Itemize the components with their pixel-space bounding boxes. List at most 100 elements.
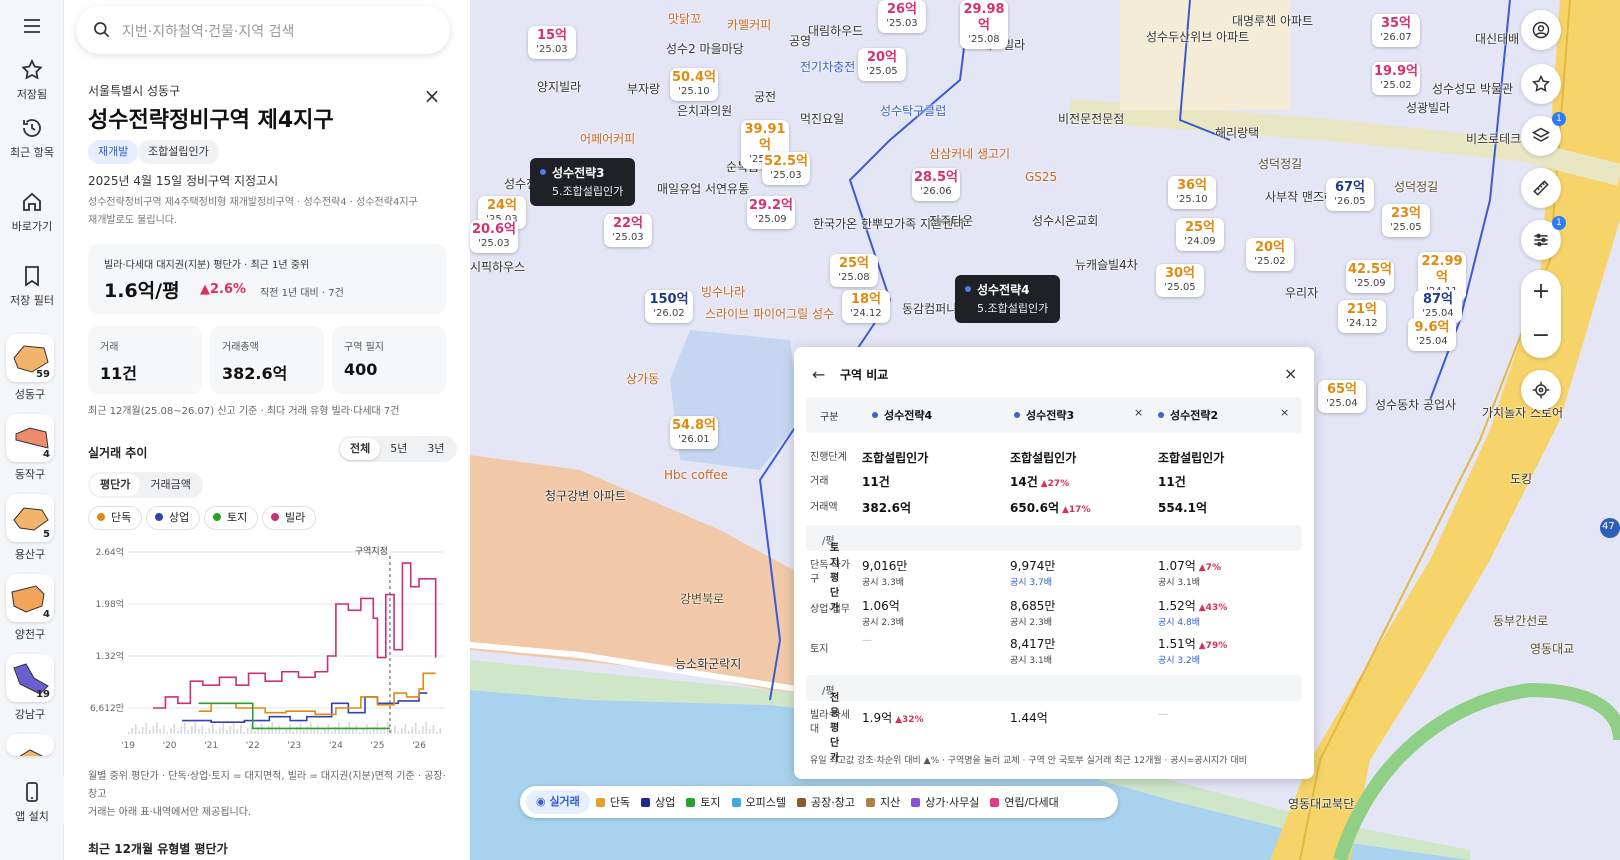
zone-tooltip-4[interactable]: 성수전략4 5.조합설립인가 bbox=[955, 275, 1061, 323]
legend-item[interactable]: 공장·창고 bbox=[797, 794, 855, 810]
zone-column-3[interactable]: 성수전략2 bbox=[1158, 407, 1218, 423]
map-place-label[interactable]: 성수시온교회 bbox=[1032, 212, 1098, 229]
map-place-label[interactable]: 양지빌라 bbox=[537, 78, 581, 95]
favorite-button[interactable] bbox=[1521, 64, 1561, 104]
remove-zone-2-button[interactable]: × bbox=[1134, 406, 1143, 419]
map-place-label[interactable]: 성덕정길 bbox=[1394, 178, 1438, 195]
zoom-out-button[interactable]: − bbox=[1521, 314, 1561, 358]
price-pin[interactable]: 52.5억 '25.03 bbox=[762, 152, 810, 185]
map-place-label[interactable]: 동부간선로 bbox=[1493, 612, 1548, 629]
price-pin[interactable]: 29.2억 '25.09 bbox=[747, 196, 795, 229]
price-pin[interactable]: 25억 '24.09 bbox=[1176, 218, 1224, 251]
price-pin[interactable]: 30억 '25.05 bbox=[1156, 264, 1204, 297]
price-pin[interactable]: 18억 '24.12 bbox=[842, 290, 890, 323]
map-place-label[interactable]: 전기차충전 bbox=[800, 58, 855, 75]
price-pin[interactable]: 54.8억 '26.01 bbox=[670, 416, 718, 449]
price-pin[interactable]: 26억 '25.03 bbox=[878, 0, 926, 33]
close-button[interactable]: × bbox=[422, 86, 442, 106]
map-place-label[interactable]: 영동대교 bbox=[1530, 640, 1574, 657]
map-place-label[interactable]: 성수두산위브 아파트 bbox=[1146, 28, 1249, 45]
price-pin[interactable]: 15억 '25.03 bbox=[528, 26, 576, 59]
legend-item[interactable]: 상업 bbox=[641, 794, 675, 810]
map-place-label[interactable]: 해리랑택 bbox=[1215, 124, 1259, 141]
price-pin[interactable]: 42.5억 '25.09 bbox=[1346, 260, 1394, 293]
tab-deal-amount[interactable]: 거래금액 bbox=[140, 474, 200, 496]
rail-item-saved[interactable]: 저장됨 bbox=[0, 58, 64, 102]
price-pin[interactable]: 150억 '26.02 bbox=[645, 290, 693, 323]
tab-3y[interactable]: 3년 bbox=[417, 438, 454, 460]
rail-item-shortcut[interactable]: 바로가기 bbox=[0, 190, 64, 234]
map-place-label[interactable]: 어페어커피 bbox=[580, 130, 635, 147]
price-pin[interactable]: 25억 '25.08 bbox=[830, 254, 878, 287]
legend-chip-detached[interactable]: 단독 bbox=[88, 506, 143, 530]
search-box[interactable]: 지번·지하철역·건물·지역 검색 bbox=[76, 6, 450, 54]
price-pin[interactable]: 22억 '25.03 bbox=[604, 214, 652, 247]
map-place-label[interactable]: 비츠로테크 bbox=[1466, 130, 1521, 147]
price-pin[interactable]: 20억 '25.02 bbox=[1246, 238, 1294, 271]
map-place-label[interactable]: GS25 bbox=[1025, 170, 1057, 184]
map-place-label[interactable]: 궁전 bbox=[754, 88, 776, 105]
map-place-label[interactable]: 동감컴퍼니 bbox=[902, 300, 957, 317]
tab-unit-price[interactable]: 평단가 bbox=[90, 474, 141, 496]
map-place-label[interactable]: 성수탁구클럽 bbox=[880, 102, 946, 119]
price-pin[interactable]: 65억 '25.04 bbox=[1318, 380, 1366, 413]
legend-item[interactable]: 토지 bbox=[686, 794, 721, 810]
map-place-label[interactable]: 은치과의원 bbox=[677, 102, 732, 119]
map-place-label[interactable]: 부자랑 bbox=[627, 80, 660, 97]
map-place-label[interactable]: Hbc coffee bbox=[664, 468, 728, 482]
map-place-label[interactable]: 도킹 bbox=[1510, 470, 1532, 487]
remove-zone-3-button[interactable]: × bbox=[1280, 406, 1289, 419]
map-place-label[interactable]: 대명루첸 아파트 bbox=[1232, 12, 1313, 29]
legend-chip-commercial[interactable]: 상업 bbox=[146, 506, 201, 530]
price-pin[interactable]: 23억 '25.05 bbox=[1382, 204, 1430, 237]
live-deals-toggle[interactable]: ◉ 실거래 bbox=[526, 790, 590, 814]
map-place-label[interactable]: 상가동 bbox=[626, 370, 659, 387]
map-place-label[interactable]: 먹진요일 bbox=[800, 110, 844, 127]
price-pin[interactable]: 28.5억 '26.06 bbox=[912, 168, 960, 201]
map-place-label[interactable]: 능소화군락지 bbox=[675, 655, 741, 672]
map-place-label[interactable]: 카멜커피 bbox=[727, 16, 771, 33]
map-place-label[interactable]: 삼삼커네 생고기 bbox=[929, 145, 1010, 162]
menu-button[interactable] bbox=[0, 14, 64, 42]
legend-item[interactable]: 연립/다세대 bbox=[990, 794, 1059, 810]
zone-tooltip-3[interactable]: 성수전략3 5.조합설립인가 bbox=[530, 158, 636, 206]
price-pin[interactable]: 21억 '24.12 bbox=[1338, 300, 1386, 333]
tab-all[interactable]: 전체 bbox=[340, 438, 381, 460]
map-place-label[interactable]: 매일유업 서연유통 bbox=[657, 180, 749, 197]
map-place-label[interactable]: 시픽하우스 bbox=[470, 258, 525, 275]
map-place-label[interactable]: 비전문전문점 bbox=[1058, 110, 1124, 127]
map-place-label[interactable]: 빙수나라 bbox=[701, 283, 745, 300]
legend-item[interactable]: 오피스텔 bbox=[731, 794, 786, 810]
map-place-label[interactable]: 성수동차 공업사 bbox=[1375, 396, 1456, 413]
legend-chip-villa[interactable]: 빌라 bbox=[262, 506, 317, 530]
price-pin[interactable]: 19.9억 '25.02 bbox=[1372, 62, 1420, 95]
price-pin[interactable]: 20억 '25.05 bbox=[858, 48, 906, 81]
region-chip-seongdong[interactable]: 59 성동구 bbox=[4, 334, 56, 402]
map-place-label[interactable]: 스라이브 파이어그릴 성수 bbox=[705, 305, 834, 322]
measure-button[interactable] bbox=[1521, 168, 1561, 208]
price-pin[interactable]: 67억 '26.05 bbox=[1326, 178, 1374, 211]
account-button[interactable] bbox=[1521, 10, 1561, 50]
app-install-button[interactable]: 앱 설치 bbox=[0, 776, 64, 824]
legend-item[interactable]: 단독 bbox=[595, 794, 630, 810]
map-place-label[interactable]: 강변북로 bbox=[680, 590, 724, 607]
rail-item-saved-filter[interactable]: 저장 필터 bbox=[0, 264, 64, 308]
tab-5y[interactable]: 5년 bbox=[380, 438, 417, 460]
region-chip-dongjak[interactable]: 4 동작구 bbox=[4, 414, 56, 482]
price-pin[interactable]: 36억 '25.10 bbox=[1168, 176, 1216, 209]
legend-item[interactable]: 상가·사무실 bbox=[911, 794, 979, 810]
map-place-label[interactable]: 성광빌라 bbox=[1406, 99, 1450, 116]
price-pin[interactable]: 50.4억 '25.10 bbox=[670, 68, 718, 101]
search-input[interactable]: 지번·지하철역·건물·지역 검색 bbox=[122, 21, 294, 41]
region-chip-yongsan[interactable]: 5 용산구 bbox=[4, 494, 56, 562]
map-place-label[interactable]: 성수2 마을마당 bbox=[666, 40, 744, 57]
locate-button[interactable] bbox=[1521, 370, 1561, 410]
region-chip-more[interactable] bbox=[4, 734, 56, 760]
map-place-label[interactable]: 진주타운 bbox=[929, 212, 973, 229]
legend-item[interactable]: 지산 bbox=[866, 794, 900, 810]
map-place-label[interactable]: 우리자 bbox=[1285, 284, 1318, 301]
map-place-label[interactable]: 맛닭꼬 bbox=[668, 10, 701, 27]
map-place-label[interactable]: 영동대교북단 bbox=[1288, 795, 1354, 812]
legend-chip-land[interactable]: 토지 bbox=[204, 506, 259, 530]
map-place-label[interactable]: 대림하우드 bbox=[808, 22, 863, 39]
